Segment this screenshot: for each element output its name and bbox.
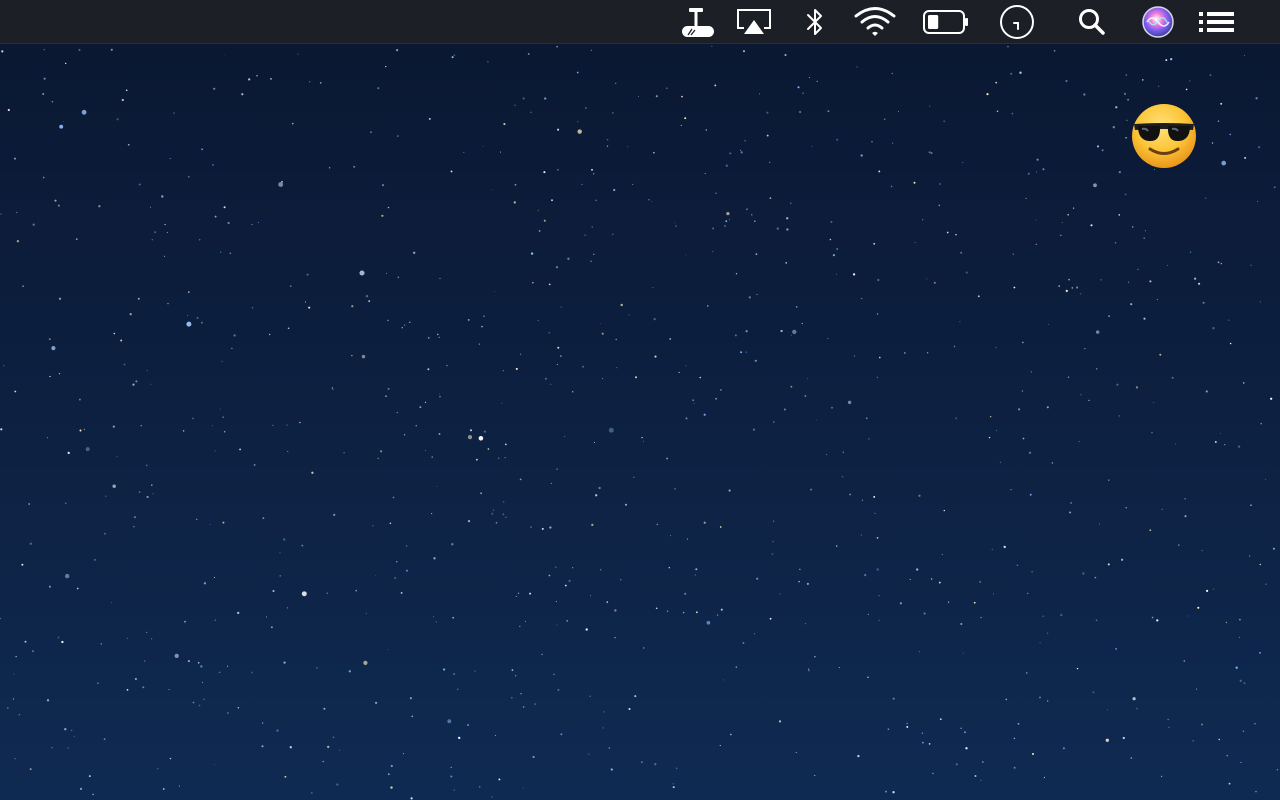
bluetooth-status-item[interactable] (800, 0, 830, 44)
airplay-icon (737, 9, 771, 34)
brush-status-item[interactable] (676, 0, 716, 44)
clock-icon (1000, 5, 1034, 39)
starry-wallpaper (0, 45, 1279, 800)
bluetooth-icon (807, 9, 822, 35)
spotlight-status-item[interactable] (1074, 0, 1110, 44)
siri-status-item[interactable] (1140, 0, 1176, 44)
brush-icon (682, 8, 714, 37)
battery-level-fill (928, 15, 939, 29)
wifi-icon (854, 7, 896, 36)
notification-center-status-item[interactable] (1194, 0, 1238, 44)
menu-bar (0, 0, 1280, 44)
siri-icon (1142, 6, 1174, 38)
search-icon (1079, 9, 1105, 35)
clock-status-item[interactable] (996, 0, 1038, 44)
wifi-status-item[interactable] (852, 0, 898, 44)
airplay-status-item[interactable] (734, 0, 774, 44)
battery-icon (923, 10, 968, 34)
smiling-face-with-sunglasses-icon (1132, 104, 1196, 168)
battery-status-item[interactable] (918, 0, 972, 44)
sunglasses-emoji-widget[interactable] (1130, 102, 1198, 170)
list-icon (1199, 12, 1234, 32)
desktop (0, 0, 1280, 800)
